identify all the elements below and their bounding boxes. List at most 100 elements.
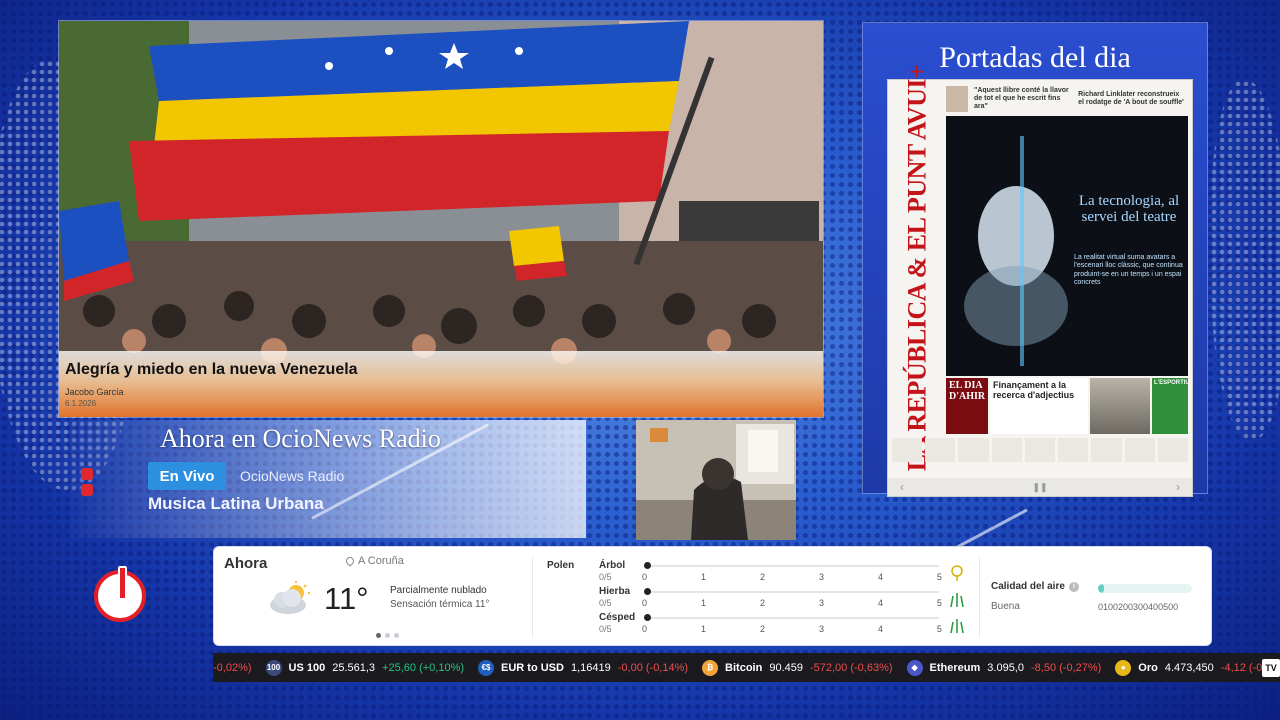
- front-pages-panel: Portadas del dia LA REPÚBLICA & EL PUNT …: [862, 22, 1208, 497]
- newspaper-cover-image: La tecnologia, al servei del teatre La r…: [946, 116, 1188, 376]
- weather-now-label: Ahora: [224, 555, 268, 572]
- newspaper-photo: [1090, 378, 1150, 434]
- newspaper-top-headline: Richard Linklater reconstrueix el rodatg…: [1078, 91, 1184, 106]
- polen-row: Hierba 0/5 0 1 2 3 4 5: [599, 586, 949, 612]
- news-headline[interactable]: Alegría y miedo en la nueva Venezuela: [65, 361, 817, 379]
- feels-like: Sensación térmica 11°: [390, 599, 490, 610]
- asset-change: -4,12 (-0: [1220, 661, 1262, 674]
- asset-name: Oro: [1138, 661, 1158, 674]
- newspaper-top-headline: "Aquest llibre conté la llavor de tot el…: [974, 87, 1069, 110]
- polen-tick-label: 4: [877, 624, 883, 634]
- asset-name: US 100: [288, 661, 326, 674]
- polen-tick-label: 1: [700, 624, 706, 634]
- weather-location[interactable]: A Coruña: [344, 555, 404, 567]
- asset-change: -0,00 (-0,14%): [617, 661, 689, 674]
- air-quality-scale: 0100200300400500: [1098, 602, 1179, 612]
- polen-level-marker: [644, 614, 651, 621]
- polen-score: 0/5: [599, 624, 612, 634]
- polen-label: Polen: [547, 560, 575, 571]
- weather-widget: Ahora A Coruña 11° Parcialmente nublado …: [213, 546, 1212, 646]
- news-caption: Alegría y miedo en la nueva Venezuela Ja…: [59, 351, 823, 417]
- radio-logo: [78, 468, 96, 508]
- polen-tick-label: 0: [642, 624, 648, 634]
- newspaper-footer-strip: [892, 438, 1188, 462]
- newspaper-masthead: LA REPÚBLICA & EL PUNT AVUI+: [902, 64, 932, 472]
- asset-name: Ethereum: [929, 661, 981, 674]
- air-quality-bar: [1098, 584, 1192, 593]
- polen-type: Césped: [599, 612, 636, 623]
- newspaper-bottom-row: EL DIA D'AHIR Finançament a la recerca d…: [946, 378, 1190, 434]
- polen-tick-label: 5: [936, 572, 942, 582]
- weather-description: Parcialmente nublado: [390, 585, 487, 596]
- news-author: Jacobo García: [65, 387, 124, 397]
- polen-type: Árbol: [599, 560, 626, 571]
- polen-tick-label: 3: [818, 598, 824, 608]
- pause-icon[interactable]: ❚❚: [1032, 482, 1047, 493]
- asset-name: Bitcoin: [725, 661, 763, 674]
- program-name: Musica Latina Urbana: [148, 494, 324, 513]
- tradingview-logo[interactable]: TV: [1262, 658, 1280, 677]
- air-quality-value: Buena: [991, 601, 1020, 612]
- world-map-decoration: [1210, 80, 1280, 440]
- radio-heading: Ahora en OcioNews Radio: [160, 424, 441, 453]
- live-button[interactable]: En Vivo: [148, 462, 226, 490]
- ticker-item[interactable]: ₿ Bitcoin 90.459 -572,00 (-0,63%): [702, 659, 893, 676]
- asset-price: 3.095,0: [987, 661, 1024, 674]
- asset-icon: €$: [478, 659, 495, 676]
- asset-price: 90.459: [769, 661, 803, 674]
- location-pin-icon: [344, 555, 356, 567]
- polen-level-marker: [644, 562, 651, 569]
- ticker-item[interactable]: 100 US 100 25.561,3 +25,60 (+0,10%): [265, 659, 465, 676]
- ticker-item[interactable]: €$ EUR to USD 1,16419 -0,00 (-0,14%): [478, 659, 689, 676]
- next-arrow-icon[interactable]: ›: [1176, 480, 1180, 494]
- asset-change: -8,50 (-0,27%): [1030, 661, 1102, 674]
- polen-track: [647, 591, 939, 593]
- cover-headline: La tecnologia, al servei del teatre: [1078, 193, 1180, 225]
- carousel-dots[interactable]: [376, 633, 399, 638]
- polen-row: Árbol 0/5 0 1 2 3 4 5: [599, 560, 949, 586]
- ticker-item[interactable]: ◆ Ethereum 3.095,0 -8,50 (-0,27%): [906, 659, 1102, 676]
- newspaper-box-red: EL DIA D'AHIR: [946, 378, 988, 434]
- polen-tick-label: 2: [759, 624, 765, 634]
- asset-icon: ●: [1115, 659, 1132, 676]
- asset-price: 25.561,3: [332, 661, 376, 674]
- polen-track: [647, 565, 939, 567]
- polen-tick-label: 5: [936, 624, 942, 634]
- asset-icon: ◆: [906, 659, 923, 676]
- prev-arrow-icon[interactable]: ‹: [900, 480, 904, 494]
- polen-tick-label: 4: [877, 598, 883, 608]
- polen-tick-label: 1: [700, 572, 706, 582]
- newspaper-box-main: Finançament a la recerca d'adjectius: [990, 378, 1088, 434]
- polen-track: [647, 617, 939, 619]
- polen-tick-label: 3: [818, 624, 824, 634]
- featured-news-card[interactable]: Alegría y miedo en la nueva Venezuela Ja…: [58, 20, 824, 418]
- polen-tick-label: 0: [642, 572, 648, 582]
- temperature: 11°: [324, 581, 369, 616]
- polen-scale: 0 1 2 3 4 5: [642, 572, 942, 582]
- asset-price: 4.473,450: [1164, 661, 1214, 674]
- partly-cloudy-icon: [270, 581, 310, 614]
- newspaper-nav: ‹ ❚❚ ›: [888, 478, 1192, 496]
- info-icon[interactable]: i: [1068, 581, 1079, 592]
- asset-icon: 100: [265, 659, 282, 676]
- polen-type: Hierba: [599, 586, 631, 597]
- newspaper-cover[interactable]: LA REPÚBLICA & EL PUNT AVUI+ "Aquest lli…: [887, 64, 1193, 497]
- ticker-item[interactable]: ● Oro 4.473,450 -4,12 (-0: [1115, 659, 1262, 676]
- studio-camera-image: [636, 420, 796, 540]
- air-quality-label: Calidad del aire i: [991, 581, 1079, 592]
- ticker-item[interactable]: -0,02%): [213, 662, 252, 674]
- polen-scale: 0 1 2 3 4 5: [642, 598, 942, 608]
- polen-scale: 0 1 2 3 4 5: [642, 624, 942, 634]
- polen-tick-label: 2: [759, 572, 765, 582]
- polen-tick-label: 2: [759, 598, 765, 608]
- asset-change: +25,60 (+0,10%): [382, 661, 465, 674]
- polen-tick-label: 4: [877, 572, 883, 582]
- asset-price: 1,16419: [570, 661, 611, 674]
- station-name: OcioNews Radio: [240, 468, 345, 484]
- asset-change: -0,02%): [213, 661, 252, 674]
- radio-now-playing-panel: Ahora en OcioNews Radio En Vivo OcioNews…: [70, 420, 586, 538]
- newspaper-top-strip: "Aquest llibre conté la llavor de tot el…: [946, 84, 1186, 114]
- market-ticker: -0,02%) 100 US 100 25.561,3 +25,60 (+0,10%) €…: [213, 653, 1280, 682]
- asset-change: -572,00 (-0,63%): [809, 661, 893, 674]
- newspaper-box-green: L'ESPORTIU: [1152, 378, 1190, 434]
